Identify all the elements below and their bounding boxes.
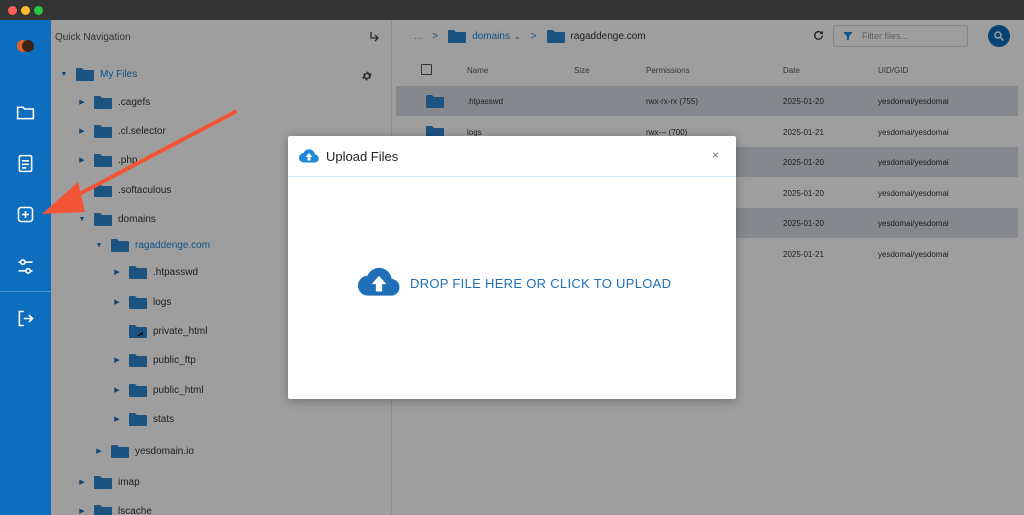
document-icon[interactable]: [15, 153, 36, 174]
drop-zone-label[interactable]: DROP FILE HERE OR CLICK TO UPLOAD: [410, 276, 671, 291]
app-logo: [17, 40, 34, 52]
dialog-header: Upload Files ×: [288, 136, 736, 177]
drop-zone[interactable]: DROP FILE HERE OR CLICK TO UPLOAD: [288, 178, 736, 399]
rail-divider: [0, 291, 51, 292]
window-maximize-button[interactable]: [34, 6, 43, 15]
upload-files-dialog: Upload Files × DROP FILE HERE OR CLICK T…: [288, 136, 736, 399]
dialog-title: Upload Files: [326, 149, 399, 164]
window-minimize-button[interactable]: [21, 6, 30, 15]
cloud-upload-icon: [358, 267, 400, 296]
sidebar-rail: [0, 20, 51, 515]
window-close-button[interactable]: [8, 6, 17, 15]
cloud-upload-icon: [299, 149, 319, 163]
logout-icon[interactable]: [15, 308, 36, 329]
window-titlebar: [0, 0, 1024, 20]
close-icon[interactable]: ×: [712, 148, 719, 162]
folder-icon[interactable]: [15, 102, 36, 123]
settings-sliders-icon[interactable]: [15, 256, 36, 277]
plus-square-icon[interactable]: [15, 204, 36, 225]
